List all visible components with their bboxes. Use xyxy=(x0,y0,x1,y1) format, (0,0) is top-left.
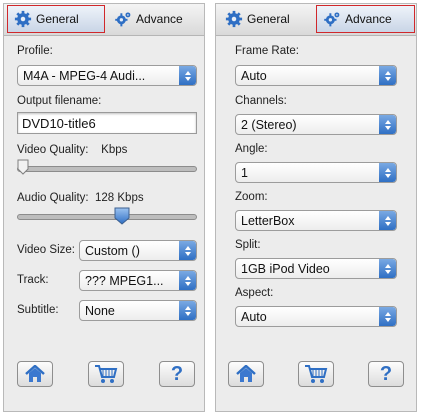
updown-arrows-icon xyxy=(379,307,396,326)
tab-bar: General Advance xyxy=(216,4,416,36)
tab-advance[interactable]: Advance xyxy=(108,5,202,33)
frame-rate-select[interactable]: Auto xyxy=(235,65,397,86)
updown-arrows-icon xyxy=(179,66,196,85)
frame-rate-label: Frame Rate: xyxy=(235,45,299,57)
cart-button[interactable] xyxy=(298,361,334,387)
channels-select[interactable]: 2 (Stereo) xyxy=(235,114,397,135)
help-button[interactable]: ? xyxy=(159,361,195,387)
subtitle-select[interactable]: None xyxy=(79,300,197,321)
aspect-select[interactable]: Auto xyxy=(235,306,397,327)
split-value: 1GB iPod Video xyxy=(241,261,330,276)
zoom-select[interactable]: LetterBox xyxy=(235,210,397,231)
output-filename-field[interactable]: DVD10-title6 xyxy=(17,112,197,134)
home-icon xyxy=(236,365,256,382)
video-quality-slider-track[interactable] xyxy=(17,166,197,172)
split-label: Split: xyxy=(235,239,261,251)
cart-icon xyxy=(95,365,118,383)
gear-plus-icon xyxy=(324,12,340,27)
general-settings-panel: General Advance Profile: M4A - MPEG-4 Au… xyxy=(3,3,205,412)
tab-general[interactable]: General xyxy=(219,5,315,33)
profile-select[interactable]: M4A - MPEG-4 Audi... xyxy=(17,65,197,86)
gear-icon xyxy=(225,10,243,28)
track-select[interactable]: ??? MPEG1... xyxy=(79,270,197,291)
updown-arrows-icon xyxy=(179,271,196,290)
frame-rate-value: Auto xyxy=(241,68,267,83)
question-icon: ? xyxy=(170,362,184,385)
track-label: Track: xyxy=(17,274,49,286)
zoom-label: Zoom: xyxy=(235,191,268,203)
channels-value: 2 (Stereo) xyxy=(241,117,297,132)
audio-quality-label: Audio Quality: 128 Kbps xyxy=(17,192,144,204)
advance-settings-panel: General Advance Frame Rate: Auto Channel… xyxy=(215,3,417,412)
question-icon: ? xyxy=(379,362,393,385)
angle-value: 1 xyxy=(241,165,248,180)
updown-arrows-icon xyxy=(379,163,396,182)
cart-icon xyxy=(305,365,328,383)
angle-label: Angle: xyxy=(235,143,268,155)
tab-advance[interactable]: Advance xyxy=(316,5,415,33)
subtitle-label: Subtitle: xyxy=(17,304,59,316)
video-size-label: Video Size: xyxy=(17,244,75,256)
video-quality-label-text: Video Quality: xyxy=(17,144,89,156)
video-size-select[interactable]: Custom () xyxy=(79,240,197,261)
updown-arrows-icon xyxy=(179,301,196,320)
audio-quality-value: 128 Kbps xyxy=(95,192,144,204)
audio-quality-label-text: Audio Quality: xyxy=(17,192,89,204)
tab-general-label: General xyxy=(36,12,79,26)
updown-arrows-icon xyxy=(379,66,396,85)
channels-label: Channels: xyxy=(235,95,287,107)
tab-bar: General Advance xyxy=(4,4,204,36)
output-filename-label: Output filename: xyxy=(17,95,102,107)
gear-icon xyxy=(14,10,32,28)
tab-advance-label: Advance xyxy=(136,12,183,26)
profile-label: Profile: xyxy=(17,45,53,57)
gear-plus-icon xyxy=(115,12,131,27)
zoom-value: LetterBox xyxy=(241,213,295,228)
home-button[interactable] xyxy=(228,361,264,387)
updown-arrows-icon xyxy=(379,115,396,134)
cart-button[interactable] xyxy=(88,361,124,387)
updown-arrows-icon xyxy=(379,259,396,278)
home-icon xyxy=(25,365,45,382)
tab-general[interactable]: General xyxy=(7,5,105,33)
audio-quality-slider-thumb[interactable] xyxy=(114,207,130,225)
angle-select[interactable]: 1 xyxy=(235,162,397,183)
home-button[interactable] xyxy=(17,361,53,387)
video-quality-label: Video Quality: Kbps xyxy=(17,144,127,156)
help-button[interactable]: ? xyxy=(368,361,404,387)
profile-value: M4A - MPEG-4 Audi... xyxy=(23,68,146,83)
aspect-label: Aspect: xyxy=(235,287,274,299)
audio-quality-slider-track[interactable] xyxy=(17,214,197,220)
updown-arrows-icon xyxy=(179,241,196,260)
updown-arrows-icon xyxy=(379,211,396,230)
tab-advance-label: Advance xyxy=(345,12,392,26)
tab-general-label: General xyxy=(247,12,290,26)
video-quality-slider-thumb[interactable] xyxy=(17,159,29,175)
aspect-value: Auto xyxy=(241,309,267,324)
video-quality-unit: Kbps xyxy=(101,144,128,156)
split-select[interactable]: 1GB iPod Video xyxy=(235,258,397,279)
